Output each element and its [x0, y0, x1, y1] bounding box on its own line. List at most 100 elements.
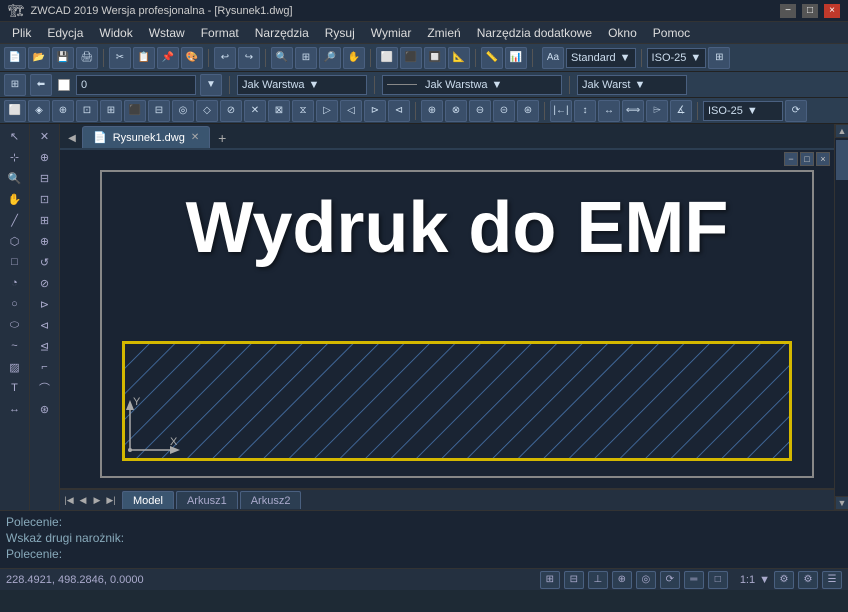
tb3-snap20-btn[interactable]: ⊖ [469, 100, 491, 122]
tb3-snap19-btn[interactable]: ⊗ [445, 100, 467, 122]
lineweight-dropdown[interactable]: Jak Warstwa▼ [237, 75, 367, 95]
tb3-dim1-btn[interactable]: |←| [550, 100, 572, 122]
status-grid-btn[interactable]: ⊟ [564, 571, 584, 589]
menu-narzedzia-dodatkowe[interactable]: Narzędzia dodatkowe [469, 24, 600, 42]
tb3-snap7-btn[interactable]: ⊟ [148, 100, 170, 122]
tb-insert-button[interactable]: ⬛ [400, 47, 422, 69]
tb-paste-button[interactable]: 📌 [157, 47, 179, 69]
menu-rysuj[interactable]: Rysuj [317, 24, 363, 42]
tool2-mirror[interactable]: ⊟ [33, 168, 57, 188]
tb-dist-button[interactable]: 📏 [481, 47, 503, 69]
sheet-nav-first[interactable]: |◀ [62, 493, 76, 507]
sheet-nav-prev[interactable]: ◀ [76, 493, 90, 507]
status-osnap-btn[interactable]: ◎ [636, 571, 656, 589]
right-scrollbar[interactable]: ▲ ▼ [834, 124, 848, 510]
tool2-move[interactable]: ⊕ [33, 231, 57, 251]
tool2-erase[interactable]: ✕ [33, 126, 57, 146]
close-button[interactable]: × [824, 4, 840, 18]
tb-redo-button[interactable]: ↪ [238, 47, 260, 69]
tool-dim[interactable]: ↔ [3, 399, 27, 419]
scroll-track[interactable] [835, 138, 848, 496]
tool2-scale[interactable]: ⊘ [33, 273, 57, 293]
tb3-snap12-btn[interactable]: ⊠ [268, 100, 290, 122]
tool-text[interactable]: T [3, 378, 27, 398]
tb-open-button[interactable]: 📂 [28, 47, 50, 69]
tool-rect[interactable]: □ [3, 252, 27, 272]
tb3-snap-btn[interactable]: ⬜ [4, 100, 26, 122]
tb3-snap11-btn[interactable]: ✕ [244, 100, 266, 122]
tb3-snap17-btn[interactable]: ⊲ [388, 100, 410, 122]
status-model-btn[interactable]: □ [708, 571, 728, 589]
tb3-snap18-btn[interactable]: ⊕ [421, 100, 443, 122]
tool2-extend[interactable]: ⊴ [33, 336, 57, 356]
tb-cut-button[interactable]: ✂ [109, 47, 131, 69]
tb3-snap14-btn[interactable]: ▷ [316, 100, 338, 122]
tb-save-button[interactable]: 💾 [52, 47, 74, 69]
sheet-nav-next[interactable]: ▶ [90, 493, 104, 507]
menu-plik[interactable]: Plik [4, 24, 39, 42]
tool2-fillet[interactable]: ⌒ [33, 378, 57, 398]
sub-minimize-button[interactable]: − [784, 152, 798, 166]
tb3-snap9-btn[interactable]: ◇ [196, 100, 218, 122]
layer-prev-button[interactable]: ⬅ [30, 74, 52, 96]
tb3-iso-ref-btn[interactable]: ⟳ [785, 100, 807, 122]
tb3-snap6-btn[interactable]: ⬛ [124, 100, 146, 122]
menu-edycja[interactable]: Edycja [39, 24, 91, 42]
tool2-trim[interactable]: ⊲ [33, 315, 57, 335]
tb3-dim2-btn[interactable]: ↕ [574, 100, 596, 122]
layer-manager-button[interactable]: ⊞ [4, 74, 26, 96]
tab-add-button[interactable]: + [212, 128, 232, 148]
status-lwt-btn[interactable]: ═ [684, 571, 704, 589]
tb3-dim6-btn[interactable]: ∡ [670, 100, 692, 122]
tb-print-button[interactable]: 🖨 [76, 47, 98, 69]
sheet-nav-last[interactable]: ▶| [104, 493, 118, 507]
tool2-rotate[interactable]: ↺ [33, 252, 57, 272]
menu-pomoc[interactable]: Pomoc [645, 24, 698, 42]
tool-ellipse[interactable]: ⬭ [3, 315, 27, 335]
tool2-offset[interactable]: ⊡ [33, 189, 57, 209]
tool-hatch[interactable]: ▨ [3, 357, 27, 377]
tb-block-button[interactable]: ⬜ [376, 47, 398, 69]
minimize-button[interactable]: − [780, 4, 796, 18]
tb3-iso-dropdown[interactable]: ISO-25▼ [703, 101, 783, 121]
tool2-array[interactable]: ⊞ [33, 210, 57, 230]
layer-input[interactable] [76, 75, 196, 95]
status-polar-btn[interactable]: ⊕ [612, 571, 632, 589]
tb-undo-button[interactable]: ↩ [214, 47, 236, 69]
tool-pick[interactable]: ⊹ [3, 147, 27, 167]
tb-attedit-button[interactable]: 📐 [448, 47, 470, 69]
tb-copy-button[interactable]: 📋 [133, 47, 155, 69]
tb-matchprop-button[interactable]: 🎨 [181, 47, 203, 69]
tb3-snap10-btn[interactable]: ⊘ [220, 100, 242, 122]
menu-wstaw[interactable]: Wstaw [141, 24, 193, 42]
tb3-snap15-btn[interactable]: ◁ [340, 100, 362, 122]
status-snap-btn[interactable]: ⊞ [540, 571, 560, 589]
tb3-snap4-btn[interactable]: ⊡ [76, 100, 98, 122]
tool-spline[interactable]: ~ [3, 336, 27, 356]
status-otrack-btn[interactable]: ⟳ [660, 571, 680, 589]
tb-zoom-prev-button[interactable]: 🔎 [319, 47, 341, 69]
tb3-snap2-btn[interactable]: ◈ [28, 100, 50, 122]
tb-id-button[interactable]: 📊 [505, 47, 527, 69]
tb-zoom-button[interactable]: 🔍 [271, 47, 293, 69]
scroll-up-button[interactable]: ▲ [835, 124, 848, 138]
menu-widok[interactable]: Widok [91, 24, 140, 42]
tool-line[interactable]: ╱ [3, 210, 27, 230]
menu-format[interactable]: Format [193, 24, 247, 42]
tool2-chamfer[interactable]: ⌐ [33, 357, 57, 377]
tool2-copy[interactable]: ⊕ [33, 147, 57, 167]
tb3-snap22-btn[interactable]: ⊛ [517, 100, 539, 122]
sheet-tab-arkusz1[interactable]: Arkusz1 [176, 491, 238, 509]
tb3-snap16-btn[interactable]: ⊳ [364, 100, 386, 122]
tb-iso-btn[interactable]: ⊞ [708, 47, 730, 69]
tab-close-button[interactable]: ✕ [191, 132, 199, 143]
tool-pan[interactable]: ✋ [3, 189, 27, 209]
sheet-tab-arkusz2[interactable]: Arkusz2 [240, 491, 302, 509]
status-extra-btn[interactable]: ⚙ [798, 571, 818, 589]
status-extra-btn2[interactable]: ☰ [822, 571, 842, 589]
linetype-dropdown[interactable]: Jak Warstwa▼ [382, 75, 562, 95]
menu-wymiar[interactable]: Wymiar [363, 24, 420, 42]
linewidth-dropdown[interactable]: Jak Warst▼ [577, 75, 687, 95]
scroll-thumb[interactable] [836, 140, 848, 180]
tb3-snap8-btn[interactable]: ◎ [172, 100, 194, 122]
